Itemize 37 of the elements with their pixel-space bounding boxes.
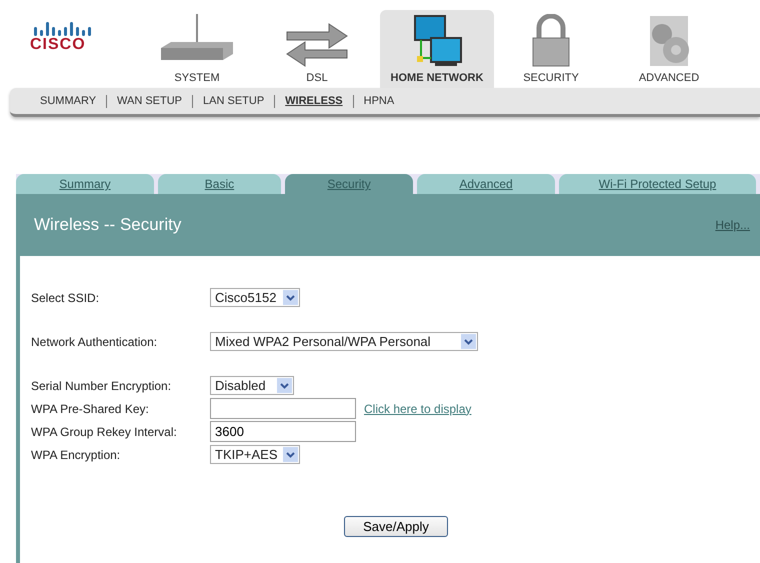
sub-nav-link[interactable]: WIRELESS (285, 95, 343, 107)
dropdown-caret-icon (461, 334, 476, 349)
dropdown-caret-icon (283, 290, 298, 305)
tab[interactable]: Summary (16, 174, 154, 194)
main-nav-tab[interactable]: SECURITY (494, 10, 608, 88)
main-nav-tab[interactable]: DSL (260, 10, 374, 88)
dropdown-caret-icon (277, 378, 292, 393)
field-label: Serial Number Encryption: (31, 378, 172, 392)
input-field[interactable]: 3600 (210, 421, 356, 442)
main-nav-tab[interactable]: SYSTEM (140, 10, 254, 88)
sub-nav-link[interactable]: SUMMARY (40, 95, 96, 107)
sub-nav-link[interactable]: HPNA (364, 95, 394, 107)
tab[interactable]: Basic (158, 174, 282, 194)
logo-text: CISCO (30, 36, 87, 54)
field-label: Network Authentication: (31, 334, 158, 348)
field-label: WPA Encryption: (31, 448, 122, 462)
arrows-icon (285, 22, 349, 68)
display-link[interactable]: Click here to display (364, 402, 472, 416)
sub-nav-link[interactable]: WAN SETUP (117, 95, 182, 107)
field-label: WPA Group Rekey Interval: (31, 424, 178, 438)
field-label: Select SSID: (31, 290, 100, 304)
dropdown[interactable]: Cisco5152 (210, 288, 300, 307)
dropdown[interactable]: TKIP+AES (210, 445, 300, 464)
padlock-icon (531, 14, 571, 68)
tab[interactable]: Wi-Fi Protected Setup (558, 174, 756, 194)
dropdown[interactable]: Mixed WPA2 Personal/WPA Personal (210, 332, 478, 351)
computers-icon (411, 14, 463, 68)
dropdown-caret-icon (283, 447, 298, 462)
tab[interactable]: Advanced (417, 174, 555, 194)
section-title: Wireless -- Security (34, 215, 182, 235)
sub-nav-link[interactable]: LAN SETUP (203, 95, 264, 107)
main-nav-tab[interactable]: HOME NETWORK (380, 10, 494, 88)
dropdown[interactable]: Disabled (210, 376, 294, 395)
save-apply-button[interactable]: Save/Apply (344, 516, 448, 537)
input-field[interactable] (210, 398, 356, 419)
field-label: WPA Pre-Shared Key: (31, 402, 150, 416)
main-nav-tab[interactable]: ADVANCED (612, 10, 726, 88)
